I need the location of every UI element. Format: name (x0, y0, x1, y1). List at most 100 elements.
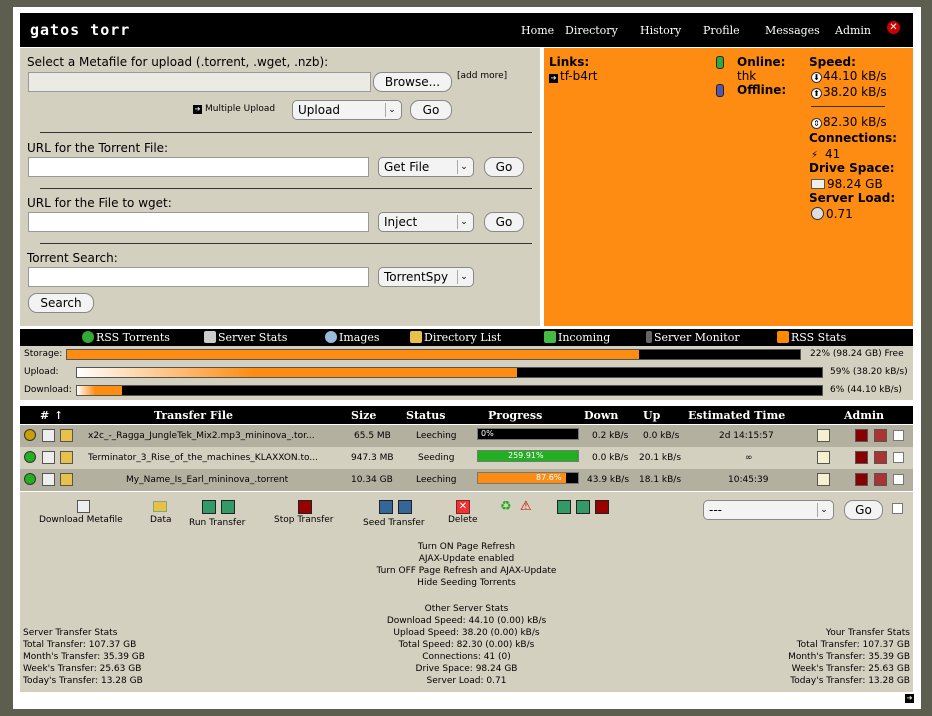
arrow-icon[interactable]: ➔ (905, 694, 914, 703)
images-link[interactable]: Images (325, 331, 380, 344)
metafile-input[interactable] (28, 72, 371, 92)
delete-icon[interactable] (874, 429, 887, 442)
data-label[interactable]: Data (150, 515, 172, 525)
save-icon[interactable] (42, 473, 55, 486)
play-icon[interactable] (202, 500, 216, 514)
search-input[interactable] (28, 267, 369, 287)
table-row[interactable]: x2c_-_Ragga_JungleTek_Mix2.mp3_mininova_… (20, 425, 913, 447)
recycle-icon[interactable]: ♻ (500, 499, 512, 514)
link-item[interactable]: ➔ tf-b4rt (549, 69, 598, 83)
multiple-upload-link[interactable]: ➔ Multiple Upload (193, 104, 275, 114)
search-button[interactable]: Search (28, 293, 94, 313)
upload-action-select[interactable]: Upload ⌄ (292, 100, 402, 120)
fast-forward-icon[interactable] (398, 500, 412, 514)
folder-icon[interactable] (60, 451, 73, 464)
bulk-action-select[interactable]: --- ⌄ (703, 500, 834, 520)
url-torrent-go-button[interactable]: Go (484, 157, 524, 177)
stop-icon[interactable] (855, 451, 868, 464)
url-torrent-select[interactable]: Get File ⌄ (378, 157, 474, 177)
folder-icon[interactable] (153, 501, 167, 512)
delete-icon[interactable] (874, 473, 887, 486)
details-icon[interactable] (817, 451, 830, 464)
select-all-checkbox[interactable] (892, 503, 903, 514)
col-up[interactable]: Up (643, 409, 660, 422)
site-brand[interactable]: gatos torr (30, 21, 130, 39)
col-file[interactable]: Transfer File (154, 409, 233, 422)
online-user[interactable]: thk (737, 69, 756, 83)
server-transfer-title: Server Transfer Stats (23, 628, 118, 638)
stop-icon[interactable] (298, 500, 312, 514)
run-transfer-label[interactable]: Run Transfer (189, 518, 245, 528)
rss-stats-link[interactable]: RSS Stats (777, 331, 846, 344)
refresh-on-link[interactable]: Turn ON Page Refresh (20, 542, 913, 552)
server-monitor-link[interactable]: Server Monitor (646, 331, 740, 344)
play-icon[interactable] (557, 500, 571, 514)
col-num[interactable]: # (40, 409, 49, 422)
save-icon[interactable] (77, 500, 90, 513)
col-progress[interactable]: Progress (488, 409, 542, 422)
row-file[interactable]: x2c_-_Ragga_JungleTek_Mix2.mp3_mininova_… (88, 431, 315, 441)
col-down[interactable]: Down (584, 409, 618, 422)
url-wget-go-button[interactable]: Go (484, 212, 524, 232)
row-checkbox[interactable] (893, 430, 904, 441)
storage-meter: Storage: 22% (98.24 GB) Free (20, 346, 913, 364)
row-file[interactable]: My_Name_Is_Earl_mininova_.torrent (126, 475, 288, 485)
stop-icon[interactable] (855, 473, 868, 486)
url-torrent-input[interactable] (28, 157, 369, 177)
table-row[interactable]: My_Name_Is_Earl_mininova_.torrent 10.34 … (20, 469, 913, 491)
download-metafile-label[interactable]: Download Metafile (39, 515, 123, 525)
refresh-off-link[interactable]: Turn OFF Page Refresh and AJAX-Update (20, 566, 913, 576)
nav-messages[interactable]: Messages (765, 24, 820, 37)
upload-go-button[interactable]: Go (410, 100, 452, 120)
col-status[interactable]: Status (406, 409, 445, 422)
delete-icon[interactable] (874, 451, 887, 464)
details-icon[interactable] (817, 429, 830, 442)
delete-icon[interactable]: ✕ (456, 500, 470, 514)
url-wget-select[interactable]: Inject ⌄ (378, 212, 474, 232)
search-engine-select[interactable]: TorrentSpy ⌄ (378, 267, 474, 287)
stop-icon[interactable] (595, 500, 609, 514)
url-torrent-label: URL for the Torrent File: (27, 141, 169, 155)
seed-transfer-label[interactable]: Seed Transfer (363, 518, 425, 528)
bulk-go-button[interactable]: Go (844, 500, 883, 520)
stop-transfer-label[interactable]: Stop Transfer (274, 515, 334, 525)
url-wget-input[interactable] (28, 212, 369, 232)
nav-home[interactable]: Home (521, 24, 554, 37)
directory-list-link[interactable]: Directory List (410, 331, 501, 344)
nav-directory[interactable]: Directory (565, 24, 618, 37)
chevron-down-icon: ⌄ (457, 270, 470, 284)
logout-icon[interactable]: ✕ (887, 21, 900, 34)
delete-label[interactable]: Delete (448, 515, 478, 525)
server-load-icon (811, 207, 824, 220)
folder-icon[interactable] (60, 429, 73, 442)
details-icon[interactable] (817, 473, 830, 486)
rss-torrents-link[interactable]: RSS Torrents (82, 331, 170, 344)
browse-button[interactable]: Browse... (373, 72, 452, 92)
row-checkbox[interactable] (893, 474, 904, 485)
warning-icon[interactable]: ⚠ (520, 499, 532, 514)
upload-fill (77, 368, 517, 377)
nav-admin[interactable]: Admin (835, 24, 871, 37)
hide-seeding-link[interactable]: Hide Seeding Torrents (20, 578, 913, 588)
fast-forward-icon[interactable] (576, 500, 590, 514)
progress-text: 0% (481, 429, 494, 438)
table-row[interactable]: Terminator_3_Rise_of_the_machines_KLAXXO… (20, 447, 913, 469)
save-icon[interactable] (42, 429, 55, 442)
server-stats-link[interactable]: Server Stats (204, 331, 287, 344)
divider (40, 243, 532, 244)
add-more-link[interactable]: [add more] (457, 71, 507, 81)
row-checkbox[interactable] (893, 452, 904, 463)
incoming-link[interactable]: Incoming (544, 331, 610, 344)
nav-history[interactable]: History (640, 24, 681, 37)
nav-profile[interactable]: Profile (703, 24, 740, 37)
sort-arrow-icon[interactable]: ↑ (54, 409, 63, 422)
folder-icon[interactable] (60, 473, 73, 486)
upload-bar (76, 367, 823, 378)
row-file[interactable]: Terminator_3_Rise_of_the_machines_KLAXXO… (88, 453, 318, 463)
col-eta[interactable]: Estimated Time (688, 409, 785, 422)
play-icon[interactable] (379, 500, 393, 514)
stop-icon[interactable] (855, 429, 868, 442)
col-size[interactable]: Size (351, 409, 376, 422)
fast-forward-icon[interactable] (221, 500, 235, 514)
save-icon[interactable] (42, 451, 55, 464)
